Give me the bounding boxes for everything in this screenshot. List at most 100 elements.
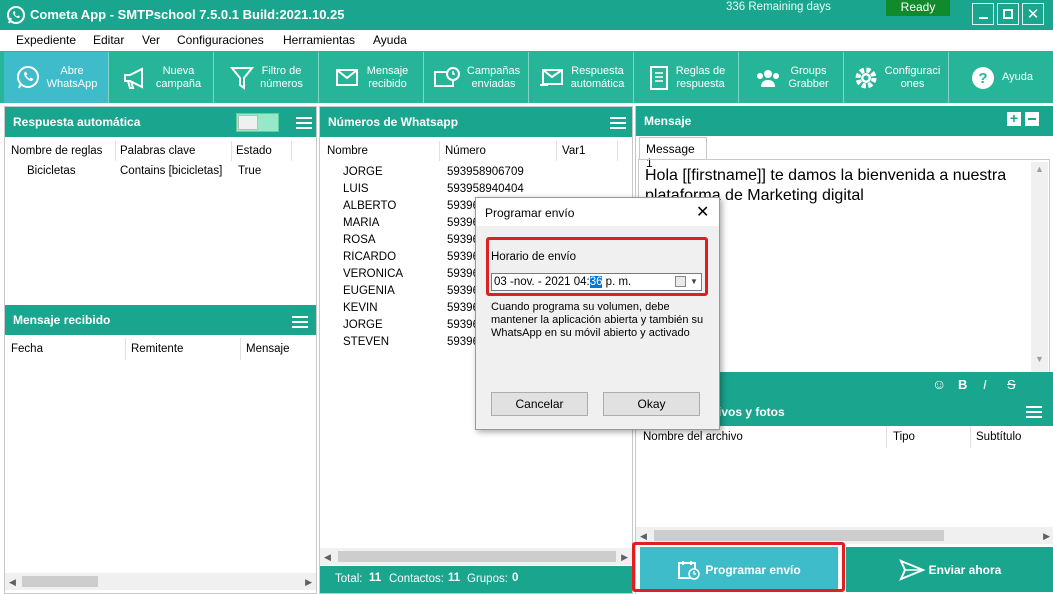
whatsapp-logo-icon: [7, 6, 25, 24]
column-header[interactable]: Fecha: [11, 343, 43, 355]
dialog-title: Programar envío: [485, 206, 575, 220]
column-header[interactable]: Nombre de reglas: [11, 145, 102, 157]
contact-name: KEVIN: [343, 302, 378, 314]
toolbar-sent-campaigns[interactable]: Campañas enviadas: [425, 52, 529, 103]
tab-message-1[interactable]: Message 1: [639, 137, 707, 170]
toolbar-label: Groups: [790, 64, 827, 77]
column-header[interactable]: Var1: [562, 145, 585, 157]
toolbar-number-filter[interactable]: Filtro de números: [215, 52, 319, 103]
rules-icon: [649, 65, 668, 90]
auto-reply-toggle[interactable]: [236, 113, 279, 132]
contact-name: JORGE: [343, 319, 383, 331]
rule-name: Bicicletas: [27, 165, 76, 177]
add-message-icon[interactable]: +: [1007, 111, 1021, 126]
toolbar: Abre WhatsApp Nueva campaña Filtro de númer…: [0, 51, 1053, 103]
scroll-up-icon[interactable]: ▲: [1035, 164, 1044, 174]
contact-name: EUGENIA: [343, 285, 395, 297]
dialog-titlebar: Programar envío ✕: [476, 198, 719, 226]
toolbar-groups-grabber[interactable]: Groups Grabber: [740, 52, 844, 103]
column-header[interactable]: Subtítulo: [976, 431, 1021, 443]
close-icon[interactable]: ✕: [696, 202, 709, 222]
toolbar-reply-rules[interactable]: Reglas de respuesta: [635, 52, 739, 103]
toolbar-label: Ayuda: [1002, 71, 1033, 83]
scroll-left-icon[interactable]: ◀: [324, 552, 331, 563]
okay-button[interactable]: Okay: [603, 392, 700, 416]
toolbar-label: automática: [570, 77, 625, 90]
svg-text:?: ?: [978, 70, 987, 87]
received-scrollbar[interactable]: ◀ ▶: [5, 573, 316, 590]
numbers-header: Números de Whatsapp: [320, 107, 632, 137]
toolbar-settings[interactable]: Configuraci ones: [845, 52, 949, 103]
toolbar-help[interactable]: ? Ayuda: [950, 52, 1053, 103]
toolbar-auto-reply[interactable]: Respuesta automática: [530, 52, 634, 103]
toolbar-label: WhatsApp: [46, 77, 98, 90]
column-header[interactable]: Nombre del archivo: [643, 431, 743, 443]
gear-icon: [855, 67, 877, 88]
total-label: Total:: [335, 573, 363, 585]
toolbar-label: Respuesta: [571, 64, 624, 77]
schedule-dialog: Programar envío ✕ Horario de envío 03 -n…: [475, 197, 720, 430]
cancel-button[interactable]: Cancelar: [491, 392, 588, 416]
menu-herramientas[interactable]: Herramientas: [283, 33, 355, 47]
menu-expediente[interactable]: Expediente: [16, 33, 76, 47]
table-row[interactable]: JORGE 593958906709: [320, 165, 632, 182]
highlight-schedule-time: [486, 237, 708, 296]
mail-in-icon: [335, 68, 358, 86]
toolbar-new-campaign[interactable]: Nueva campaña: [110, 52, 214, 103]
mail-reply-icon: [539, 68, 563, 86]
menu-ver[interactable]: Ver: [142, 33, 160, 47]
numbers-title: Números de Whatsapp: [328, 115, 459, 129]
received-title: Mensaje recibido: [13, 313, 111, 327]
scroll-right-icon[interactable]: ▶: [1043, 531, 1050, 542]
menu-editar[interactable]: Editar: [93, 33, 124, 47]
contact-name: LUIS: [343, 183, 369, 195]
column-header[interactable]: Estado: [236, 145, 272, 157]
menu-bar: Expediente Editar Ver Configuraciones He…: [0, 30, 1053, 50]
contact-number: 593958906709: [447, 166, 524, 178]
scroll-right-icon[interactable]: ▶: [305, 577, 312, 588]
auto-reply-menu-icon[interactable]: [296, 117, 312, 129]
minimize-button[interactable]: [972, 3, 994, 25]
received-header: Mensaje recibido: [5, 305, 316, 335]
users-icon: [757, 69, 780, 87]
column-header[interactable]: Mensaje: [246, 343, 289, 355]
italic-icon[interactable]: I: [983, 377, 987, 392]
strikethrough-icon[interactable]: S: [1007, 377, 1016, 392]
maximize-button[interactable]: [997, 3, 1019, 25]
numbers-footer: Total: 11 Contactos: 11 Grupos: 0: [320, 566, 632, 593]
menu-configuraciones[interactable]: Configuraciones: [177, 33, 264, 47]
remove-message-icon[interactable]: [1025, 112, 1039, 126]
contact-name: STEVEN: [343, 336, 390, 348]
send-now-button[interactable]: Enviar ahora: [846, 547, 1053, 592]
mail-clock-icon: [433, 66, 460, 87]
help-icon: ?: [972, 66, 994, 89]
remaining-days: 336 Remaining days: [726, 1, 831, 13]
files-menu-icon[interactable]: [1026, 406, 1042, 418]
scroll-right-icon[interactable]: ▶: [621, 552, 628, 563]
megaphone-icon: [123, 66, 143, 89]
contact-name: ROSA: [343, 234, 376, 246]
table-row[interactable]: Bicicletas Contains [bicicletas] True: [5, 163, 316, 181]
send-now-label: Enviar ahora: [928, 562, 1002, 577]
column-header[interactable]: Remitente: [131, 343, 183, 355]
numbers-scrollbar[interactable]: ◀ ▶: [320, 548, 632, 565]
numbers-menu-icon[interactable]: [610, 117, 626, 129]
close-button[interactable]: ✕: [1022, 3, 1044, 25]
column-header[interactable]: Número: [445, 145, 486, 157]
toolbar-received-message[interactable]: Mensaje recibido: [320, 52, 424, 103]
toolbar-label: Filtro de: [261, 64, 302, 77]
column-header[interactable]: Tipo: [893, 431, 915, 443]
toolbar-open-whatsapp[interactable]: Abre WhatsApp: [4, 52, 109, 103]
column-header[interactable]: Palabras clave: [120, 145, 195, 157]
column-header[interactable]: Nombre: [327, 145, 368, 157]
scroll-down-icon[interactable]: ▼: [1035, 354, 1044, 364]
message-scrollbar[interactable]: ▲ ▼: [1031, 162, 1048, 372]
bold-icon[interactable]: B: [958, 377, 967, 392]
scroll-left-icon[interactable]: ◀: [640, 531, 647, 542]
scroll-left-icon[interactable]: ◀: [9, 577, 16, 588]
received-menu-icon[interactable]: [292, 316, 308, 328]
emoji-icon[interactable]: ☺: [932, 376, 946, 392]
groups-label: Grupos:: [467, 573, 508, 585]
menu-ayuda[interactable]: Ayuda: [373, 33, 407, 47]
contacts-count: 11: [448, 572, 461, 584]
